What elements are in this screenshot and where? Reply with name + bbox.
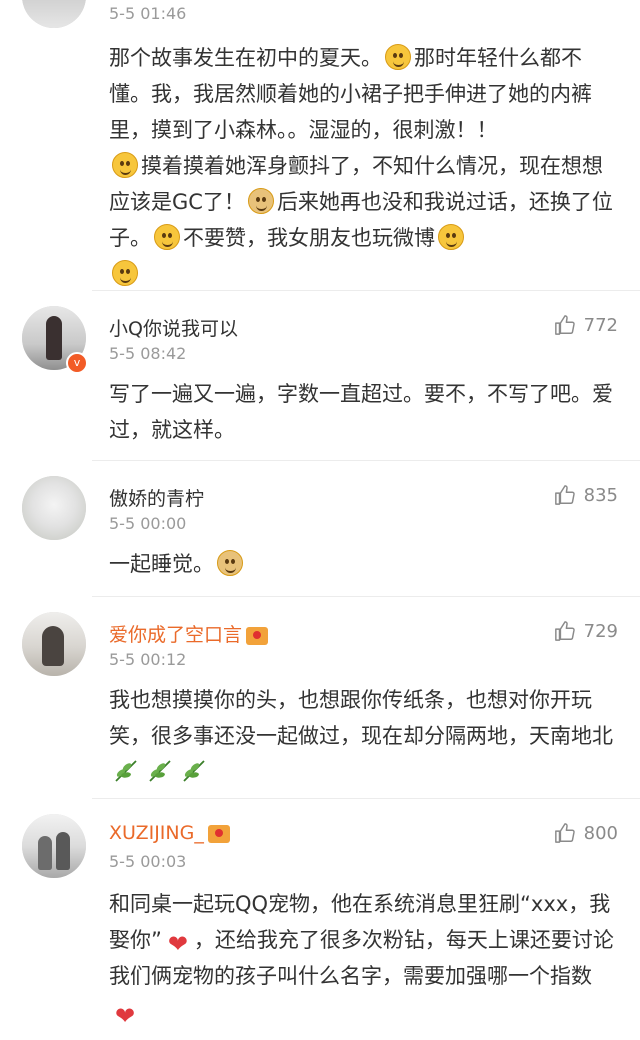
comment-text: 一起睡觉。 <box>109 552 214 576</box>
verified-v-icon: v <box>66 352 88 374</box>
username[interactable]: 傲娇的青柠 <box>109 484 204 511</box>
laugh-cry-emoji-icon <box>154 224 180 250</box>
comment-body: 和同桌一起玩QQ宠物，他在系统消息里狂刷“xxx，我娶你” ❤ ，还给我充了很多次粉… <box>109 886 621 1030</box>
leaf-emoji-icon <box>112 758 140 784</box>
like-count: 835 <box>583 484 618 506</box>
comment-time: 5-5 08:42 <box>109 344 187 363</box>
comment-body: 我也想摸摸你的头，也想跟你传纸条，也想对你开玩笑，很多事还没一起做过，现在却分隔… <box>109 682 621 790</box>
comment-time: 5-5 00:03 <box>109 852 187 871</box>
heart-icon: ❤ <box>114 1002 136 1030</box>
username[interactable]: XUZIJING_ <box>109 822 230 844</box>
leaf-emoji-icon <box>180 758 208 784</box>
comment-text: 那个故事发生在初中的夏天。 <box>109 46 382 70</box>
thumbs-up-icon <box>554 823 575 843</box>
divider <box>92 596 640 597</box>
divider <box>92 460 640 461</box>
comment-body: 写了一遍又一遍，字数一直超过。要不，不写了吧。爱过，就这样。 <box>109 382 613 442</box>
like-button[interactable]: 800 <box>554 820 618 846</box>
comment-body: 一起睡觉。 <box>109 546 621 582</box>
divider <box>92 290 640 291</box>
username[interactable]: 爱你成了空口言 <box>109 620 269 647</box>
like-button[interactable]: 729 <box>554 618 618 644</box>
divider <box>92 798 640 799</box>
doge-emoji-icon <box>217 550 243 576</box>
tongue-emoji-icon <box>385 44 411 70</box>
grin-emoji-icon <box>112 152 138 178</box>
thumbs-up-icon <box>554 485 575 505</box>
avatar[interactable] <box>22 476 86 540</box>
comment-text: 我也想摸摸你的头，也想跟你传纸条，也想对你开玩笑，很多事还没一起做过，现在却分隔… <box>109 688 613 748</box>
like-button[interactable]: 772 <box>554 312 618 338</box>
thumbs-up-icon <box>554 315 575 335</box>
like-count: 772 <box>583 314 618 336</box>
thumbs-up-icon <box>554 621 575 641</box>
think-emoji-icon <box>112 260 138 286</box>
doge-emoji-icon <box>247 188 274 214</box>
heart-icon: ❤ <box>167 930 188 958</box>
username-text: XUZIJING_ <box>109 822 204 844</box>
comment-text: 不要赞，我女朋友也玩微博 <box>183 226 435 250</box>
comment-item-0: 5-5 01:46 那个故事发生在初中的夏天。 那时年轻什么都不懂。我，我居然顺着… <box>0 0 640 292</box>
think-emoji-icon <box>438 224 464 250</box>
avatar[interactable] <box>22 612 86 676</box>
comment-body: 那个故事发生在初中的夏天。 那时年轻什么都不懂。我，我居然顺着她的小裙子把手伸进了… <box>109 40 621 292</box>
comment-time: 5-5 00:00 <box>109 514 187 533</box>
avatar[interactable] <box>22 0 86 28</box>
leaf-emoji-icon <box>146 758 174 784</box>
vip-crown-icon <box>246 626 269 645</box>
comment-item-3: 爱你成了空口言 5-5 00:12 729 我也想摸摸你的头，也想跟你传纸条，也… <box>0 598 640 800</box>
comment-time: 5-5 00:12 <box>109 650 187 669</box>
like-count: 729 <box>583 620 618 642</box>
vip-crown-icon <box>207 824 230 843</box>
comment-item-2: 傲娇的青柠 5-5 00:00 835 一起睡觉。 <box>0 462 640 598</box>
comment-time: 5-5 01:46 <box>109 4 187 23</box>
username-text: 爱你成了空口言 <box>109 624 243 646</box>
comment-item-4: XUZIJING_ 5-5 00:03 800 和同桌一起玩QQ宠物，他在系统消… <box>0 800 640 1040</box>
like-button[interactable]: 835 <box>554 482 618 508</box>
comment-item-1: v 小Q你说我可以 5-5 08:42 772 写了一遍又一遍，字数一直超过。要… <box>0 292 640 462</box>
avatar[interactable] <box>22 814 86 878</box>
username[interactable]: 小Q你说我可以 <box>109 314 238 341</box>
like-count: 800 <box>583 822 618 844</box>
